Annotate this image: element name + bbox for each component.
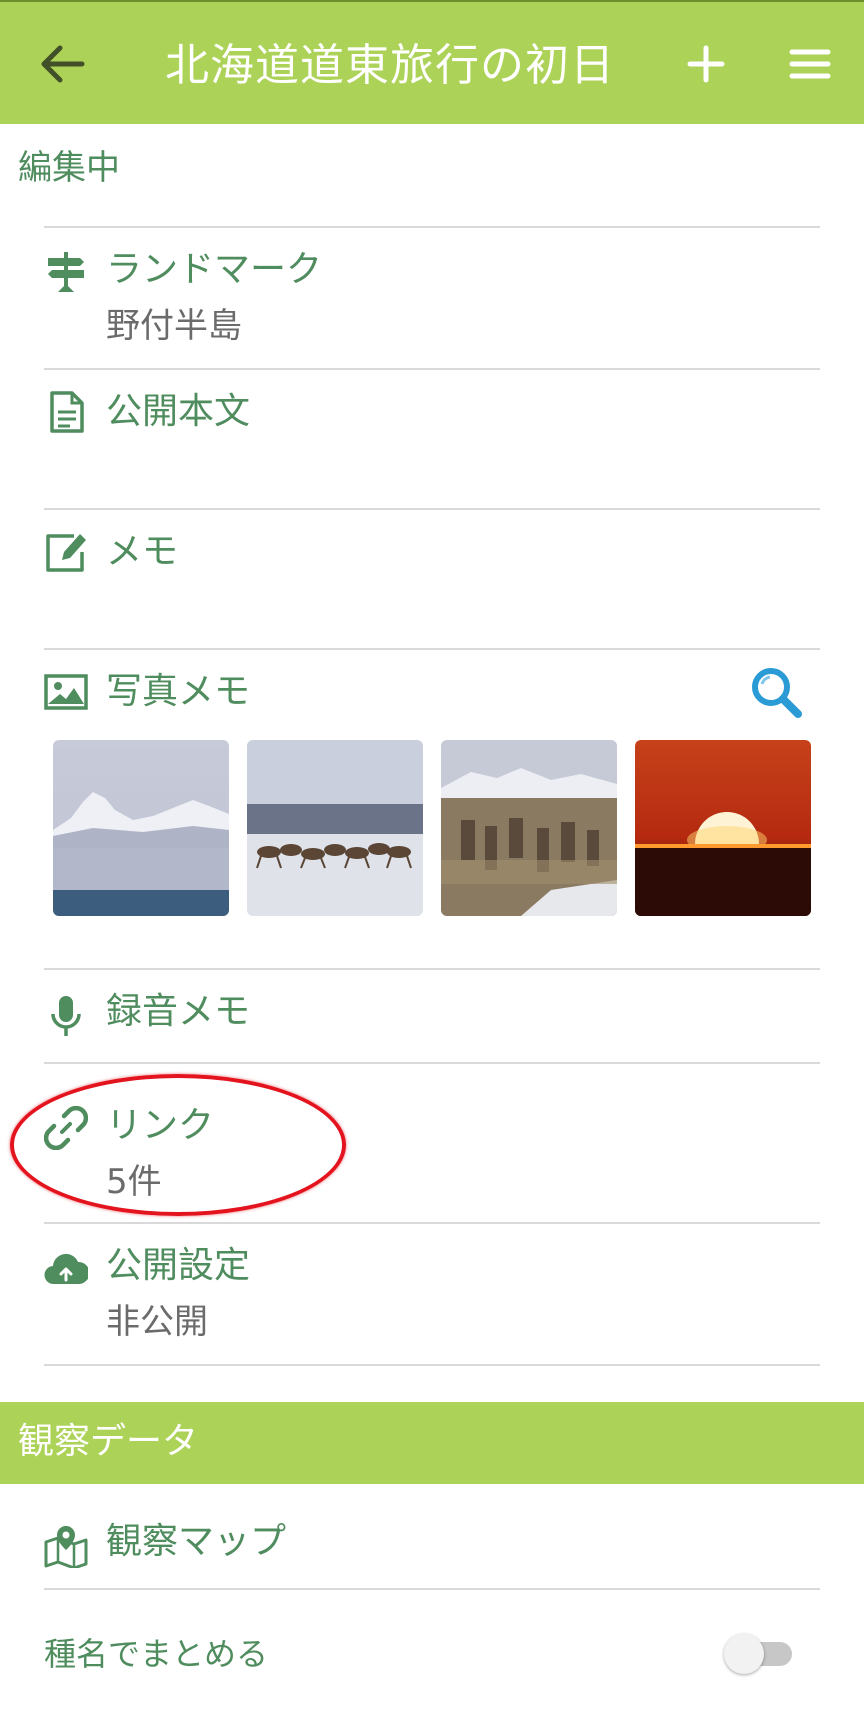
- photo-thumbnail[interactable]: [53, 740, 229, 916]
- sunset-photo: [635, 740, 811, 916]
- document-icon: [50, 391, 84, 433]
- arrow-left-icon: [41, 45, 85, 83]
- observation-section-title: 観察データ: [18, 1421, 199, 1462]
- plus-icon: [687, 45, 725, 83]
- image-icon: [44, 674, 88, 710]
- memo-title: メモ: [106, 531, 179, 572]
- group-by-species-label: 種名でまとめる: [44, 1635, 269, 1673]
- app-header: 北海道道東旅行の初日: [0, 0, 864, 124]
- memo-row[interactable]: メモ: [44, 510, 820, 648]
- divider: [44, 1364, 820, 1366]
- observation-section-header: 観察データ: [0, 1402, 864, 1484]
- public-text-title: 公開本文: [106, 391, 251, 432]
- signpost-icon: [48, 252, 84, 292]
- photo-thumbnail[interactable]: [635, 740, 811, 916]
- add-button[interactable]: [666, 24, 746, 104]
- page-title: 北海道道東旅行の初日: [165, 40, 615, 91]
- audio-memo-title: 録音メモ: [106, 991, 251, 1032]
- edit-note-icon: [46, 534, 86, 572]
- publish-settings-row[interactable]: 公開設定 非公開: [44, 1224, 820, 1364]
- audio-memo-row[interactable]: 録音メモ: [44, 970, 820, 1062]
- cloud-upload-icon: [44, 1253, 88, 1285]
- annotation-ellipse: [10, 1074, 346, 1216]
- photo-memo-title: 写真メモ: [106, 671, 251, 712]
- hamburger-menu-icon: [789, 49, 831, 79]
- observation-map-title: 観察マップ: [106, 1521, 287, 1562]
- landmark-value: 野付半島: [106, 306, 242, 346]
- toggle-knob: [724, 1634, 764, 1674]
- map-pin-icon: [44, 1526, 88, 1568]
- divider: [44, 1588, 820, 1590]
- landmark-title: ランドマーク: [106, 249, 323, 290]
- menu-button[interactable]: [770, 24, 850, 104]
- photo-thumbnail[interactable]: [247, 740, 423, 916]
- publish-title: 公開設定: [106, 1245, 251, 1286]
- editing-label: 編集中: [18, 148, 120, 188]
- running-deer-photo: [247, 740, 423, 916]
- landmark-row[interactable]: ランドマーク 野付半島: [44, 228, 820, 368]
- public-text-row[interactable]: 公開本文: [44, 370, 820, 508]
- group-by-species-toggle[interactable]: [724, 1634, 796, 1674]
- back-button[interactable]: [22, 24, 102, 104]
- photo-thumbnail[interactable]: [441, 740, 617, 916]
- search-icon[interactable]: [748, 664, 804, 720]
- observation-map-row[interactable]: 観察マップ: [44, 1500, 820, 1590]
- publish-value: 非公開: [106, 1302, 208, 1342]
- snowy-mountain-photo: [53, 740, 229, 916]
- microphone-icon: [51, 996, 81, 1036]
- deer-herd-photo: [441, 740, 617, 916]
